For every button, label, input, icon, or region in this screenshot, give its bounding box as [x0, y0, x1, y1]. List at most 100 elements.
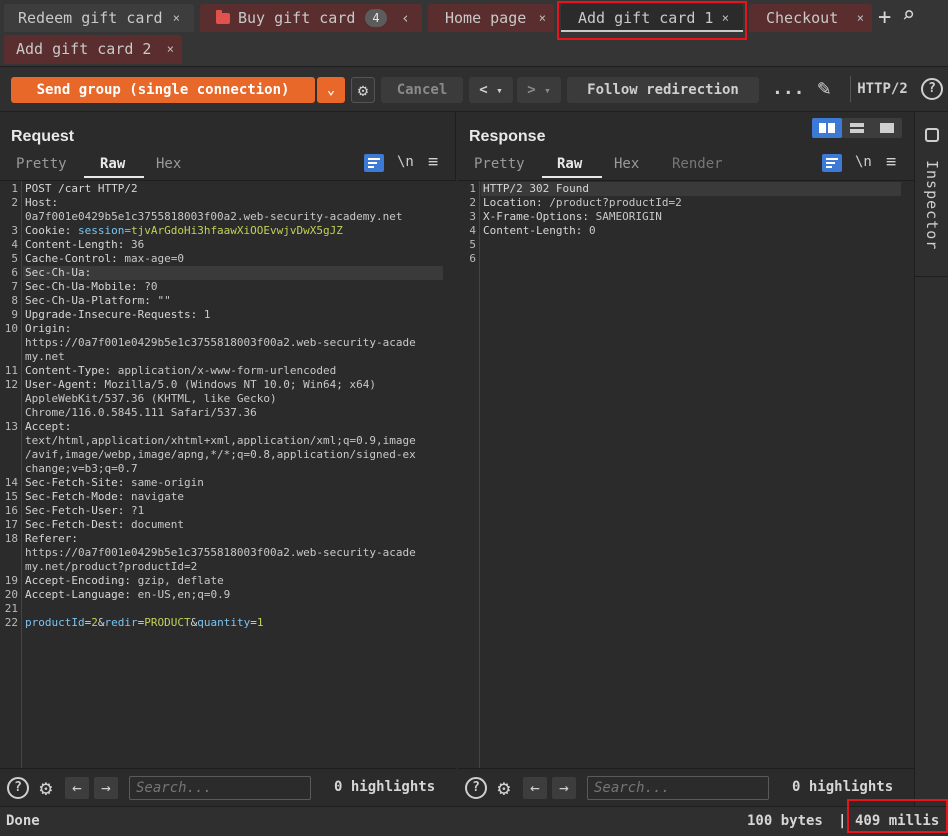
- tab-label: Home page: [445, 9, 527, 27]
- inspector-sidebar[interactable]: Inspector: [914, 112, 948, 806]
- line-number: 12: [4, 378, 18, 391]
- forward-button[interactable]: > ▾: [517, 77, 561, 103]
- tab-render[interactable]: Render: [672, 156, 723, 172]
- request-pane: Request Pretty Raw Hex \n ≡ 1 POST /cart …: [0, 112, 456, 806]
- line-number: 15: [4, 490, 18, 503]
- gear-icon[interactable]: ⚙: [493, 777, 515, 799]
- count-badge: 4: [365, 9, 387, 27]
- code-line: Location: /product?productId=2: [483, 196, 682, 209]
- code-line: Sec-Fetch-Mode: navigate: [25, 490, 184, 503]
- help-icon[interactable]: ?: [921, 78, 943, 100]
- status-separator: |: [838, 813, 847, 829]
- gear-icon[interactable]: ⚙: [35, 777, 57, 799]
- close-icon[interactable]: ×: [173, 4, 180, 32]
- code-line: /avif,image/webp,image/apng,*/*;q=0.8,ap…: [25, 448, 416, 461]
- split-horizontal-icon[interactable]: [812, 118, 842, 138]
- layout-switcher: [812, 118, 902, 138]
- code-line: 0a7f001e0429b5e1c3755818003f00a2.web-sec…: [25, 210, 403, 223]
- send-group-button[interactable]: Send group (single connection): [11, 77, 315, 103]
- line-number: 14: [4, 476, 18, 489]
- menu-icon[interactable]: ≡: [886, 152, 896, 172]
- dropdown-icon: ▾: [544, 84, 551, 97]
- tab-raw[interactable]: Raw: [100, 156, 125, 172]
- highlights-count: 0 highlights: [334, 779, 436, 795]
- next-match-button[interactable]: →: [94, 777, 118, 799]
- close-icon[interactable]: ×: [857, 4, 864, 32]
- tab-add-gift-card-2[interactable]: Add gift card 2 ×: [4, 35, 182, 64]
- line-number: 17: [4, 518, 18, 531]
- back-button[interactable]: < ▾: [469, 77, 513, 103]
- line-number: 3: [11, 224, 18, 237]
- newline-toggle[interactable]: \n: [397, 154, 414, 170]
- code-line: Sec-Fetch-User: ?1: [25, 504, 145, 517]
- help-icon[interactable]: ?: [465, 777, 487, 799]
- code-line: text/html,application/xhtml+xml,applicat…: [25, 434, 416, 447]
- code-line: X-Frame-Options: SAMEORIGIN: [483, 210, 662, 223]
- code-line: Referer:: [25, 532, 78, 545]
- cancel-button[interactable]: Cancel: [381, 77, 463, 103]
- highlight-frame-tab: [557, 1, 747, 40]
- tab-pretty[interactable]: Pretty: [474, 156, 525, 172]
- code-line: Accept:: [25, 420, 72, 433]
- settings-button[interactable]: ⚙: [351, 77, 375, 103]
- arrow-right-icon: >: [527, 82, 536, 98]
- code-line: Accept-Language: en-US,en;q=0.9: [25, 588, 231, 601]
- line-number: 2: [11, 196, 18, 209]
- gear-icon: ⚙: [357, 81, 369, 101]
- tab-bar: Redeem gift card × Buy gift card 4 ‹ Home…: [0, 0, 948, 66]
- next-match-button[interactable]: →: [552, 777, 576, 799]
- split-vertical-icon[interactable]: [842, 118, 872, 138]
- tab-raw[interactable]: Raw: [557, 156, 582, 172]
- tab-hex[interactable]: Hex: [614, 156, 639, 172]
- request-search-bar: ? ⚙ ← → 0 highlights: [0, 768, 456, 806]
- inspector-icon: [925, 128, 939, 142]
- add-tab-icon[interactable]: +: [878, 5, 891, 30]
- response-editor[interactable]: 1 HTTP/2 302 Found 2 Location: /product?pro…: [458, 180, 914, 768]
- tab-redeem-gift-card[interactable]: Redeem gift card ×: [4, 4, 194, 32]
- help-icon[interactable]: ?: [7, 777, 29, 799]
- code-line: Sec-Ch-Ua:: [25, 266, 92, 279]
- code-line: Chrome/116.0.5845.111 Safari/537.36: [25, 406, 257, 419]
- line-number: 1: [469, 182, 476, 195]
- request-editor[interactable]: 1 POST /cart HTTP/2 2 Host: 0a7f001e0429b5e1…: [0, 180, 456, 768]
- previous-match-button[interactable]: ←: [65, 777, 89, 799]
- close-icon[interactable]: ×: [167, 35, 174, 64]
- word-wrap-icon[interactable]: [364, 154, 384, 172]
- single-view-icon[interactable]: [872, 118, 902, 138]
- code-line: Content-Length: 0: [483, 224, 596, 237]
- more-options-icon[interactable]: ...: [772, 76, 805, 102]
- response-search-bar: ? ⚙ ← → 0 highlights: [458, 768, 914, 806]
- dropdown-icon: ▾: [496, 84, 503, 97]
- code-line: Content-Type: application/x-www-form-url…: [25, 364, 337, 377]
- tab-checkout[interactable]: Checkout ×: [749, 4, 872, 32]
- tab-home-page[interactable]: Home page ×: [428, 4, 554, 32]
- line-number: 8: [11, 294, 18, 307]
- code-line: Origin:: [25, 322, 72, 335]
- chevron-left-icon[interactable]: ‹: [401, 4, 410, 32]
- tab-pretty[interactable]: Pretty: [16, 156, 67, 172]
- search-icon[interactable]: ⌕: [902, 3, 915, 28]
- menu-icon[interactable]: ≡: [428, 152, 438, 172]
- send-dropdown-button[interactable]: ⌄: [317, 77, 345, 103]
- folder-icon: [216, 10, 230, 24]
- tab-label: Redeem gift card: [18, 9, 163, 27]
- newline-toggle[interactable]: \n: [855, 154, 872, 170]
- code-line: my.net/product?productId=2: [25, 560, 198, 573]
- line-number: 18: [4, 532, 18, 545]
- tab-hex[interactable]: Hex: [156, 156, 181, 172]
- follow-redirection-button[interactable]: Follow redirection: [567, 77, 759, 103]
- protocol-label[interactable]: HTTP/2: [850, 76, 914, 102]
- line-number: 7: [11, 280, 18, 293]
- line-number: 2: [469, 196, 476, 209]
- tab-buy-gift-card-group[interactable]: Buy gift card 4 ‹: [200, 4, 422, 32]
- previous-match-button[interactable]: ←: [523, 777, 547, 799]
- search-input[interactable]: [587, 776, 769, 800]
- close-icon[interactable]: ×: [539, 4, 546, 32]
- search-input[interactable]: [129, 776, 311, 800]
- request-title: Request: [11, 128, 75, 145]
- code-line: AppleWebKit/537.36 (KHTML, like Gecko): [25, 392, 277, 405]
- word-wrap-icon[interactable]: [822, 154, 842, 172]
- code-line: change;v=b3;q=0.7: [25, 462, 138, 475]
- pencil-icon[interactable]: ✎: [810, 76, 838, 102]
- response-pane: Response Pretty Raw Hex Render \n ≡ 1 HTT…: [458, 112, 914, 806]
